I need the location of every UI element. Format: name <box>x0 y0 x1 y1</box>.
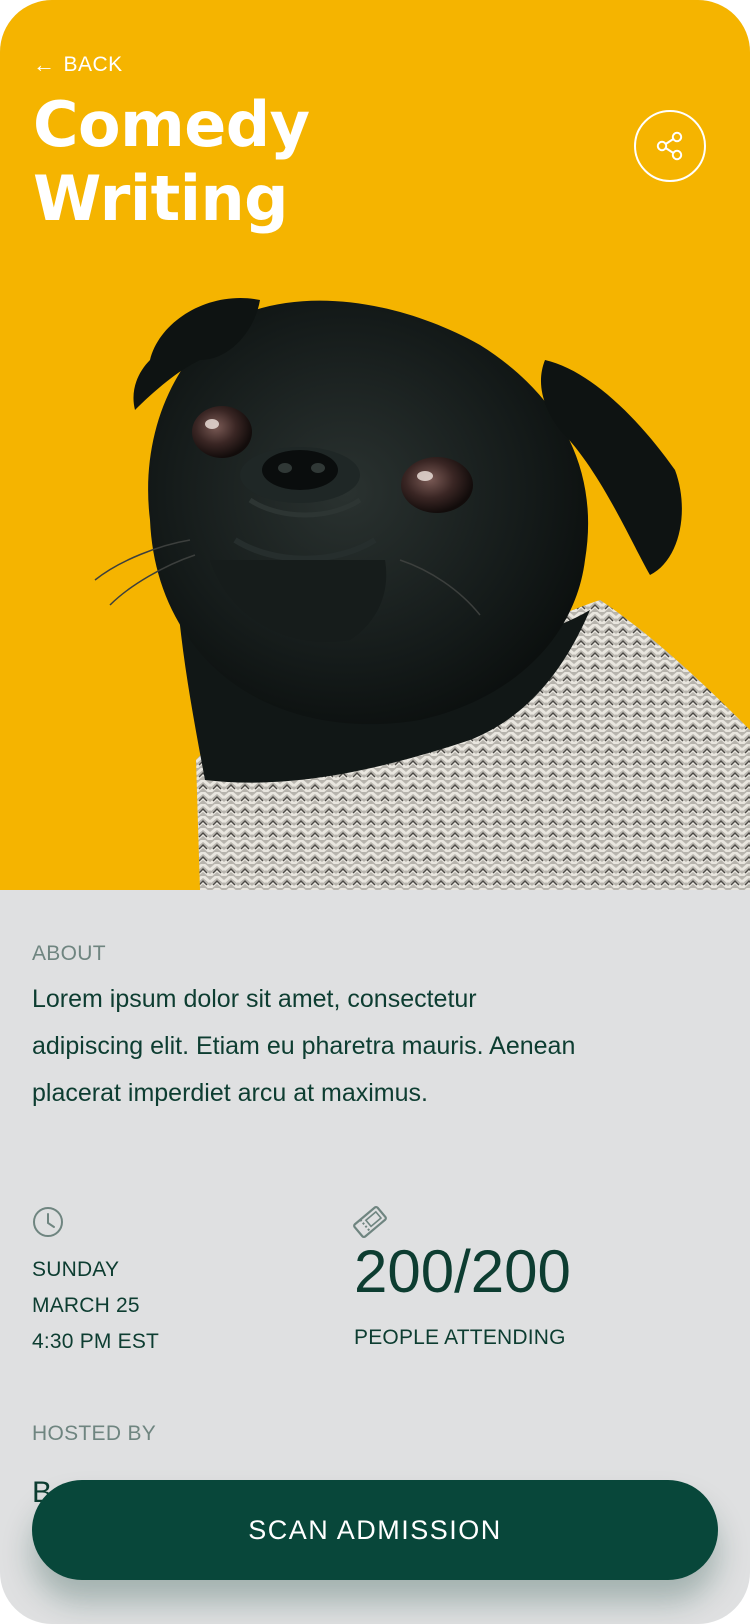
back-arrow-icon: ← <box>33 52 56 77</box>
event-datetime: SUNDAY MARCH 25 4:30 PM EST <box>32 1252 159 1360</box>
event-title: Comedy Writing <box>33 88 310 235</box>
ticket-icon <box>353 1205 387 1239</box>
attendance-label: PEOPLE ATTENDING <box>354 1326 566 1349</box>
clock-icon <box>33 1207 63 1237</box>
event-hero: ← BACK Comedy Writing <box>0 0 750 890</box>
event-detail-screen: ← BACK Comedy Writing ABOUT Lorem ipsum … <box>0 0 750 1624</box>
share-button[interactable] <box>634 110 706 182</box>
event-time: 4:30 PM EST <box>32 1330 160 1353</box>
scan-admission-button[interactable]: SCAN ADMISSION <box>32 1480 718 1580</box>
about-description: Lorem ipsum dolor sit amet, consectetur … <box>32 985 576 1107</box>
back-label: BACK <box>63 53 123 76</box>
event-date: MARCH 25 <box>32 1294 140 1317</box>
hosted-by-heading: HOSTED BY <box>32 1422 157 1445</box>
about-heading: ABOUT <box>32 942 106 965</box>
event-day: SUNDAY <box>32 1258 120 1281</box>
back-link[interactable]: ← BACK <box>33 50 123 80</box>
share-icon <box>656 131 683 161</box>
attendance-count: 200/200 <box>354 1238 571 1305</box>
